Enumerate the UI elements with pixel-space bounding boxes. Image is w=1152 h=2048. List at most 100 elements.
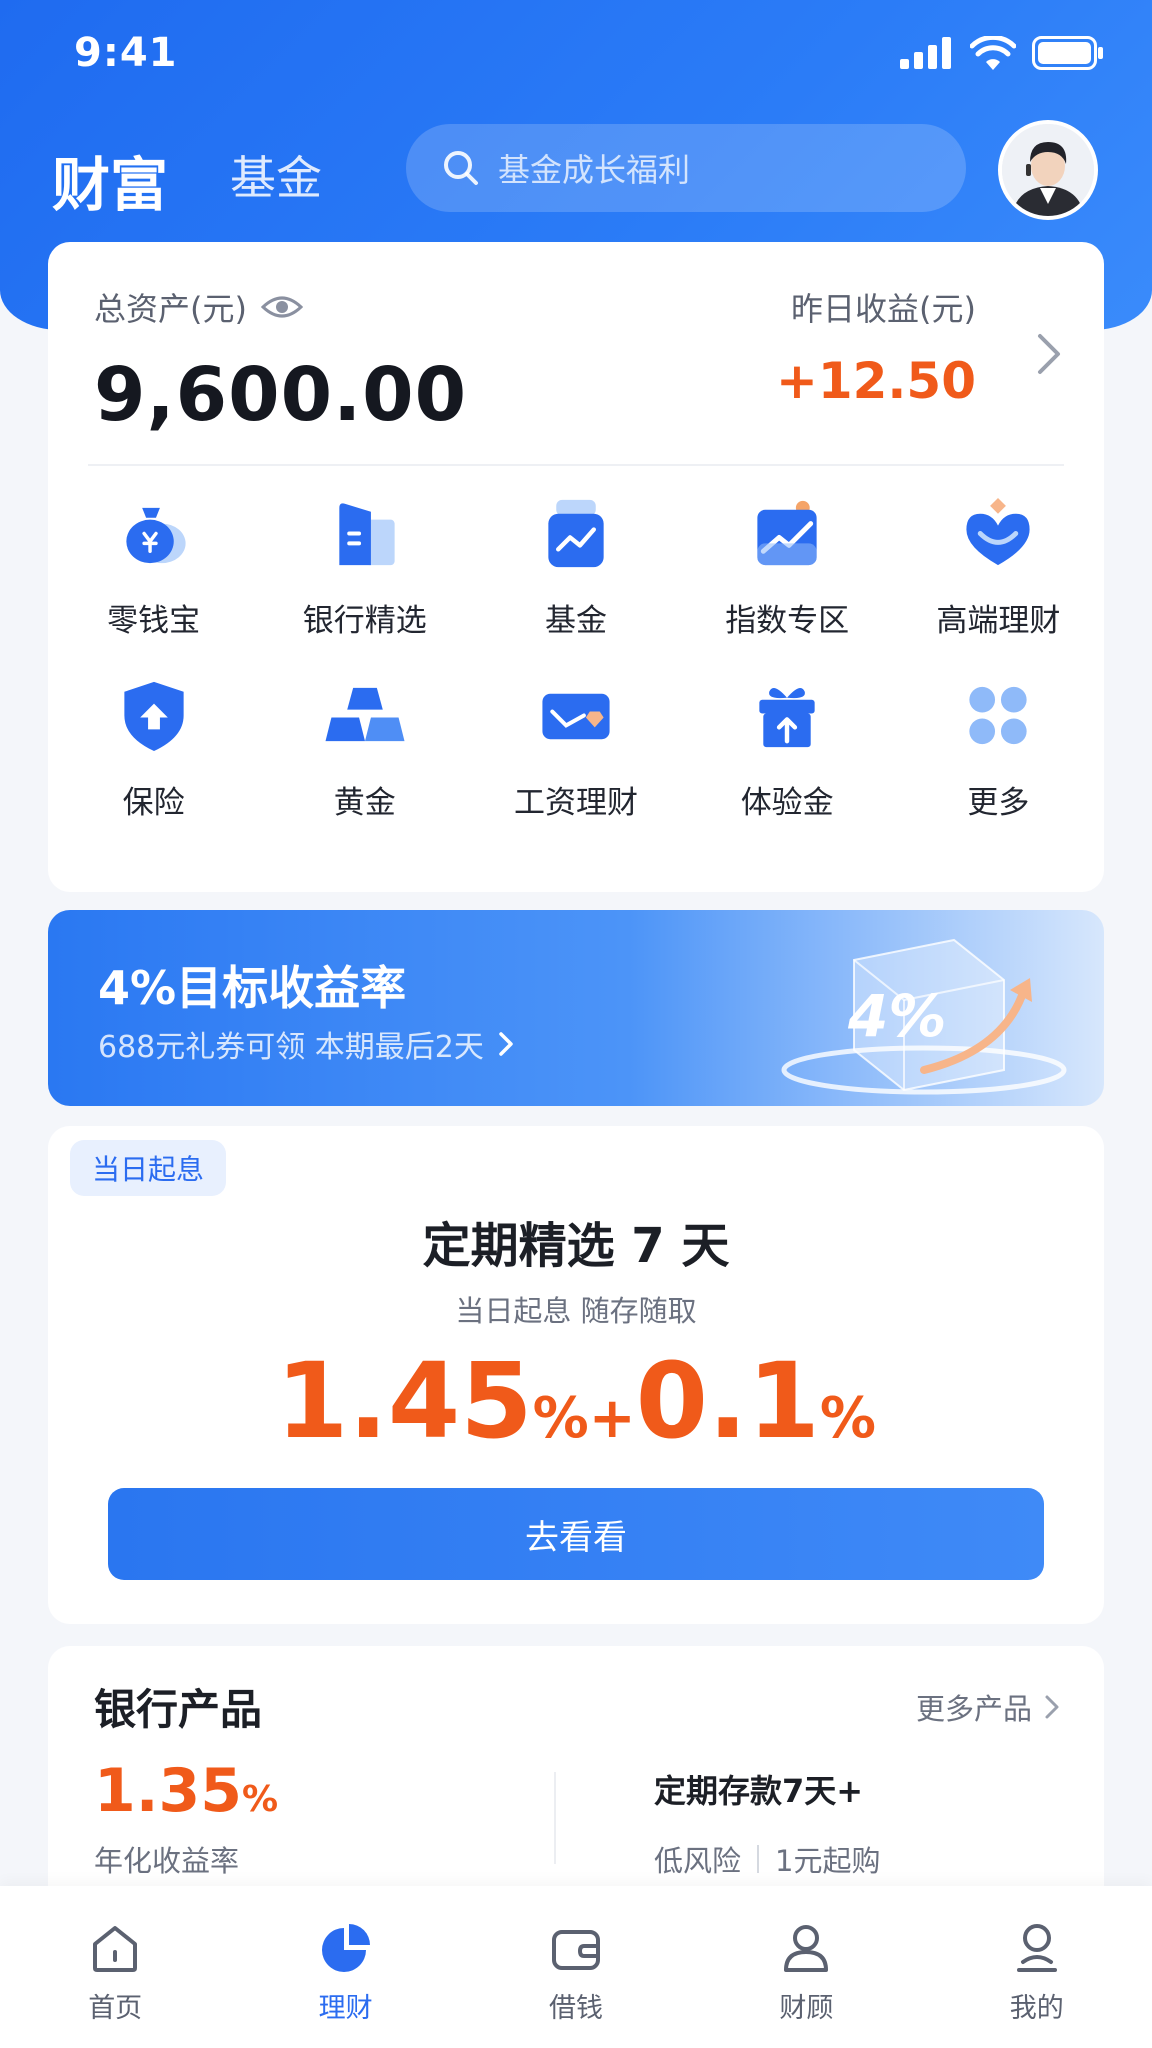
entry-fund[interactable]: 基金 (470, 494, 681, 640)
page-title[interactable]: 财富 (52, 138, 168, 222)
bank-products-title: 银行产品 (94, 1685, 263, 1734)
status-bar: 9:41 (0, 0, 1152, 110)
tab-label: 我的 (1009, 1993, 1064, 2024)
wallet-icon (551, 1930, 600, 1970)
bank-rate-value: 1.35 (94, 1756, 243, 1826)
divider (554, 1772, 556, 1864)
entry-label: 更多 (967, 785, 1030, 821)
status-icons (900, 36, 1104, 70)
entry-gold[interactable]: 黄金 (259, 676, 470, 822)
bottom-tab-bar: 首页 理财 借钱 财顾 我的 (0, 1886, 1152, 2048)
premium-heart-icon (966, 497, 1030, 566)
banner-subtitle: 688元礼券可领 本期最后2天 (98, 1030, 484, 1065)
interest-tag: 当日起息 (70, 1140, 227, 1196)
more-products-link[interactable]: 更多产品 (916, 1686, 1060, 1728)
pie-chart-icon (321, 1924, 370, 1972)
tab-label: 理财 (318, 1993, 373, 2024)
chevron-right-icon (499, 1032, 513, 1056)
search-placeholder: 基金成长福利 (498, 151, 691, 189)
tab-label: 借钱 (548, 1993, 603, 2024)
wifi-icon (970, 36, 1016, 70)
tab-wealth[interactable]: 理财 (246, 1920, 446, 2025)
yesterday-income-value: +12.50 (775, 352, 976, 410)
banner-badge: 4% (848, 982, 947, 1050)
rate-extra: 0.1 (635, 1340, 820, 1462)
tab-fund[interactable]: 基金 (230, 142, 322, 208)
entry-more[interactable]: 更多 (893, 676, 1104, 822)
entry-label: 零钱宝 (107, 603, 201, 639)
entry-premium-wealth[interactable]: 高端理财 (893, 494, 1104, 640)
avatar-portrait-icon (1002, 124, 1094, 216)
entry-trial-fund[interactable]: 体验金 (682, 676, 893, 822)
entry-label: 保险 (122, 785, 185, 821)
home-icon (93, 1926, 138, 1972)
bank-product-name[interactable]: 定期存款7天+ (654, 1766, 863, 1812)
bank-product-meta: 低风险 1元起购 (654, 1838, 880, 1880)
entry-salary-wealth[interactable]: 工资理财 (470, 676, 681, 822)
tab-advisor[interactable]: 财顾 (706, 1920, 906, 2025)
yesterday-income-label: 昨日收益(元) (791, 290, 976, 328)
index-trend-icon (757, 500, 817, 566)
status-time: 9:41 (74, 30, 178, 76)
tab-borrow[interactable]: 借钱 (476, 1920, 676, 2025)
rate-main: 1.45 (276, 1340, 533, 1462)
deposit-subtitle: 当日起息 随存随取 (455, 1294, 697, 1328)
user-icon (1016, 1924, 1057, 1972)
view-button[interactable]: 去看看 (108, 1488, 1044, 1580)
entry-lingqianbao[interactable]: 零钱宝 (48, 494, 259, 640)
chevron-right-icon (1045, 1695, 1059, 1719)
fixed-deposit-card: 当日起息 定期精选 7 天 当日起息 随存随取 1.45%+0.1% 去看看 (48, 1126, 1104, 1624)
divider (88, 464, 1064, 466)
bank-rate: 1.35% (94, 1756, 278, 1826)
deposit-rate: 1.45%+0.1% (48, 1340, 1104, 1462)
more-grid-icon (969, 686, 1028, 745)
search-input[interactable]: 基金成长福利 (406, 124, 966, 212)
entry-label: 工资理财 (513, 785, 638, 821)
entry-label: 体验金 (740, 785, 834, 821)
money-bag-icon (125, 507, 186, 564)
deposit-title: 定期精选 7 天 (422, 1218, 730, 1274)
entry-label: 银行精选 (302, 603, 427, 639)
min-purchase: 1元起购 (775, 1844, 881, 1878)
chevron-right-icon[interactable] (1036, 332, 1062, 376)
battery-icon (1032, 36, 1103, 70)
entry-label: 黄金 (333, 785, 396, 821)
banner-subtitle-row: 688元礼券可领 本期最后2天 (98, 1022, 514, 1066)
promo-banner[interactable]: 4%目标收益率 688元礼券可领 本期最后2天 4% (48, 910, 1104, 1106)
bank-building-icon (339, 503, 395, 566)
divider (757, 1845, 760, 1873)
tab-mine[interactable]: 我的 (937, 1920, 1137, 2025)
shield-icon (123, 681, 184, 752)
fund-chart-icon (548, 499, 604, 568)
tab-label: 财顾 (779, 1993, 834, 2024)
tab-home[interactable]: 首页 (15, 1920, 215, 2025)
entry-bank-selection[interactable]: 银行精选 (259, 494, 470, 640)
header: 财富 基金 基金成长福利 (0, 120, 1152, 230)
entry-insurance[interactable]: 保险 (48, 676, 259, 822)
entry-label: 高端理财 (936, 603, 1061, 639)
eye-icon[interactable] (260, 293, 303, 321)
total-asset-label: 总资产(元) (94, 290, 247, 328)
entry-label: 指数专区 (725, 603, 850, 639)
entry-index-zone[interactable]: 指数专区 (682, 494, 893, 640)
more-products-label: 更多产品 (915, 1692, 1032, 1726)
tab-label: 首页 (88, 1993, 143, 2024)
rate-plus: %+ (532, 1386, 636, 1451)
advisor-icon (784, 1925, 829, 1972)
avatar[interactable] (998, 120, 1098, 220)
signal-icon (900, 37, 951, 69)
rate-unit: % (819, 1386, 876, 1451)
bank-rate-label: 年化收益率 (94, 1844, 240, 1878)
bank-rate-unit: % (242, 1779, 279, 1820)
total-asset-value: 9,600.00 (94, 352, 468, 438)
search-icon (444, 151, 478, 185)
risk-level: 低风险 (654, 1844, 742, 1878)
entry-label: 基金 (544, 603, 607, 639)
quick-entry-grid: 零钱宝 银行精选 基金 指数专区 高端理财 保险 黄金 工资理财 体验金 更多 (48, 494, 1104, 822)
asset-card: 总资产(元) 9,600.00 昨日收益(元) +12.50 零钱宝 银行精选 … (48, 242, 1104, 892)
total-asset-label-row: 总资产(元) (94, 284, 303, 330)
gift-box-icon (759, 688, 815, 748)
salary-card-icon (542, 693, 610, 740)
banner-title: 4%目标收益率 (98, 961, 407, 1015)
gold-bars-icon (325, 687, 405, 742)
